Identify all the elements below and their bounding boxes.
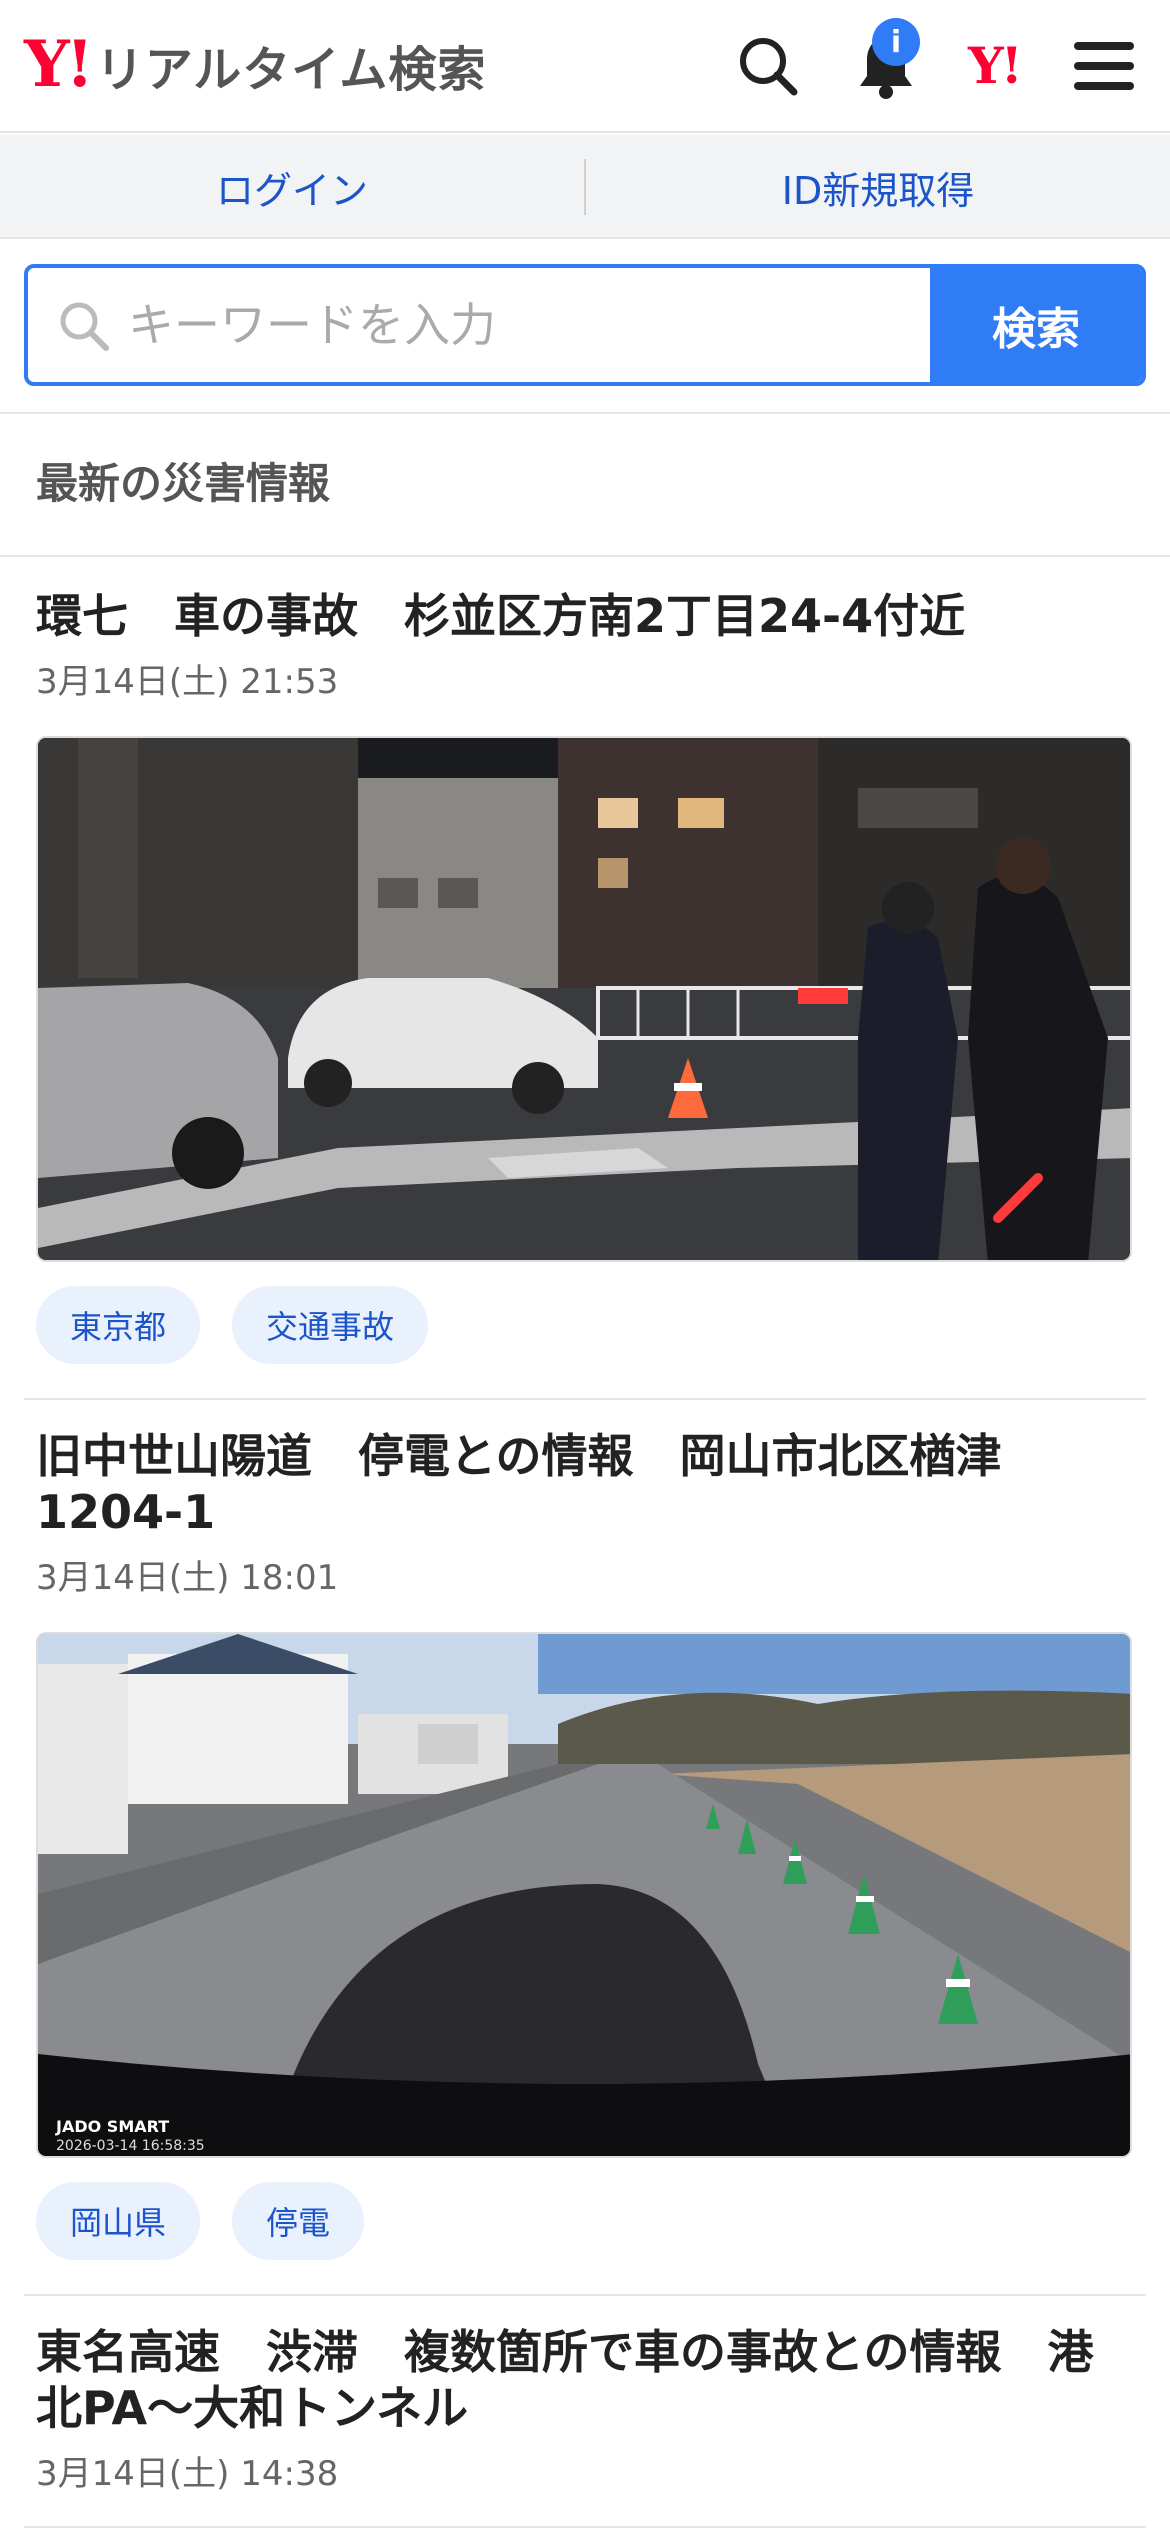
tag-category[interactable]: 停電: [232, 2182, 365, 2260]
article-photo[interactable]: [36, 736, 1132, 1262]
logo-text: リアルタイム検索: [95, 42, 487, 98]
search-input[interactable]: [128, 268, 948, 382]
search-box: 検索: [24, 264, 1146, 386]
divider: [0, 555, 1170, 557]
article-title[interactable]: 旧中世山陽道 停電との情報 岡山市北区楢津1204-1: [36, 1428, 1126, 1540]
article-title[interactable]: 環七 車の事故 杉並区方南2丁目24-4付近: [36, 588, 1126, 644]
tag-prefecture[interactable]: 東京都: [36, 1286, 201, 1364]
article-title[interactable]: 東名高速 渋滞 複数箇所で車の事故との情報 港北PA～大和トンネル: [36, 2324, 1126, 2436]
app-header: Y! リアルタイム検索 i Y!: [0, 0, 1170, 133]
accident-scene-image: [38, 738, 1130, 1260]
article-date: 3月14日(土) 18:01: [36, 1558, 339, 1598]
photo-caption: JADO SMART: [56, 2117, 170, 2136]
notification-button[interactable]: i: [848, 18, 924, 104]
search-icon[interactable]: [730, 28, 806, 104]
article-photo[interactable]: JADO SMART 2026-03-14 16:58:35: [36, 1632, 1132, 2158]
yahoo-top-link[interactable]: Y!: [968, 36, 1023, 95]
search-field-icon: [60, 302, 109, 351]
article-date: 3月14日(土) 14:38: [36, 2454, 339, 2494]
tag-category[interactable]: 交通事故: [232, 1286, 429, 1364]
photo-timestamp: 2026-03-14 16:58:35: [56, 2138, 205, 2154]
tag-prefecture[interactable]: 岡山県: [36, 2182, 201, 2260]
login-link[interactable]: ログイン: [0, 135, 584, 239]
divider: [24, 2294, 1146, 2296]
section-title: 最新の災害情報: [36, 459, 331, 508]
article-date: 3月14日(土) 21:53: [36, 662, 339, 702]
yahoo-realtime-logo[interactable]: Y! リアルタイム検索: [24, 30, 486, 100]
yahoo-logo-mark: Y!: [24, 27, 94, 102]
divider: [0, 412, 1170, 414]
register-link[interactable]: ID新規取得: [586, 135, 1170, 239]
menu-icon[interactable]: [1066, 28, 1142, 104]
search-button[interactable]: 検索: [930, 268, 1142, 382]
login-bar: ログイン ID新規取得: [0, 135, 1170, 239]
dashcam-road-image: [38, 1634, 1130, 2156]
divider: [24, 2526, 1146, 2528]
notification-badge: i: [872, 18, 920, 66]
divider: [24, 1398, 1146, 1400]
